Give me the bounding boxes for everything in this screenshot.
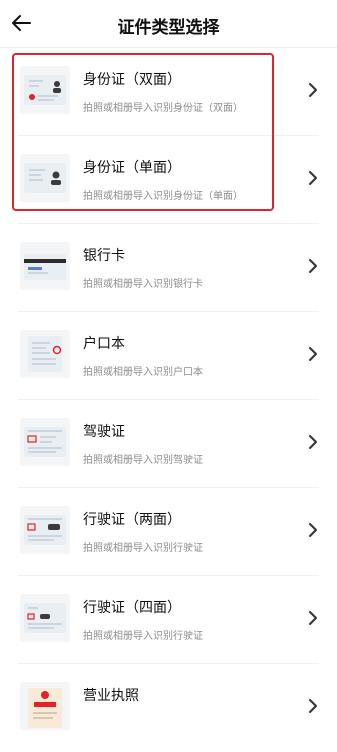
- list-item-id-card-double[interactable]: 身份证（双面） 拍照或相册导入识别身份证（双面）: [0, 48, 337, 136]
- list-item-driver-license[interactable]: 驾驶证 拍照或相册导入识别驾驶证: [0, 400, 337, 488]
- list-item-vehicle-license-four[interactable]: 行驶证（四面） 拍照或相册导入识别行驶证: [0, 576, 337, 664]
- id-card-icon: [20, 66, 70, 114]
- item-name: 银行卡: [83, 248, 125, 264]
- item-name: 户口本: [83, 336, 125, 352]
- item-name: 行驶证（两面）: [83, 512, 181, 528]
- item-desc: 拍照或相册导入识别户口本: [83, 367, 203, 378]
- document-type-list: 身份证（双面） 拍照或相册导入识别身份证（双面） 身份证（单面） 拍照或相册导入…: [0, 48, 337, 752]
- header: 证件类型选择: [0, 0, 337, 48]
- list-item-business-license[interactable]: 营业执照: [0, 664, 337, 752]
- chevron-right-icon: [309, 523, 317, 537]
- vehicle-license-icon: [20, 506, 70, 554]
- id-card-front-icon: [20, 154, 70, 202]
- vehicle-license-four-icon: [20, 594, 70, 642]
- chevron-right-icon: [309, 83, 317, 97]
- chevron-right-icon: [309, 259, 317, 273]
- list-item-bank-card[interactable]: 银行卡 拍照或相册导入识别银行卡: [0, 224, 337, 312]
- page-title: 证件类型选择: [117, 18, 220, 38]
- chevron-right-icon: [309, 435, 317, 449]
- item-desc: 拍照或相册导入识别行驶证: [83, 543, 203, 554]
- item-name: 身份证（单面）: [83, 160, 181, 176]
- item-desc: 拍照或相册导入识别身份证（单面）: [83, 191, 243, 202]
- item-desc: 拍照或相册导入识别身份证（双面）: [83, 103, 243, 114]
- item-desc: 拍照或相册导入识别行驶证: [83, 631, 203, 642]
- household-register-icon: [20, 330, 70, 378]
- chevron-right-icon: [309, 171, 317, 185]
- chevron-right-icon: [309, 347, 317, 361]
- chevron-right-icon: [309, 611, 317, 625]
- item-desc: 拍照或相册导入识别驾驶证: [83, 455, 203, 466]
- item-name: 营业执照: [83, 688, 139, 704]
- list-item-vehicle-license-two[interactable]: 行驶证（两面） 拍照或相册导入识别行驶证: [0, 488, 337, 576]
- item-name: 身份证（双面）: [83, 72, 181, 88]
- list-item-id-card-single[interactable]: 身份证（单面） 拍照或相册导入识别身份证（单面）: [0, 136, 337, 224]
- item-name: 行驶证（四面）: [83, 600, 181, 616]
- bank-card-icon: [20, 242, 70, 290]
- list-item-household-register[interactable]: 户口本 拍照或相册导入识别户口本: [0, 312, 337, 400]
- item-desc: 拍照或相册导入识别银行卡: [83, 279, 203, 290]
- item-name: 驾驶证: [83, 424, 125, 440]
- driver-license-icon: [20, 418, 70, 466]
- chevron-right-icon: [309, 699, 317, 713]
- business-license-icon: [20, 682, 70, 730]
